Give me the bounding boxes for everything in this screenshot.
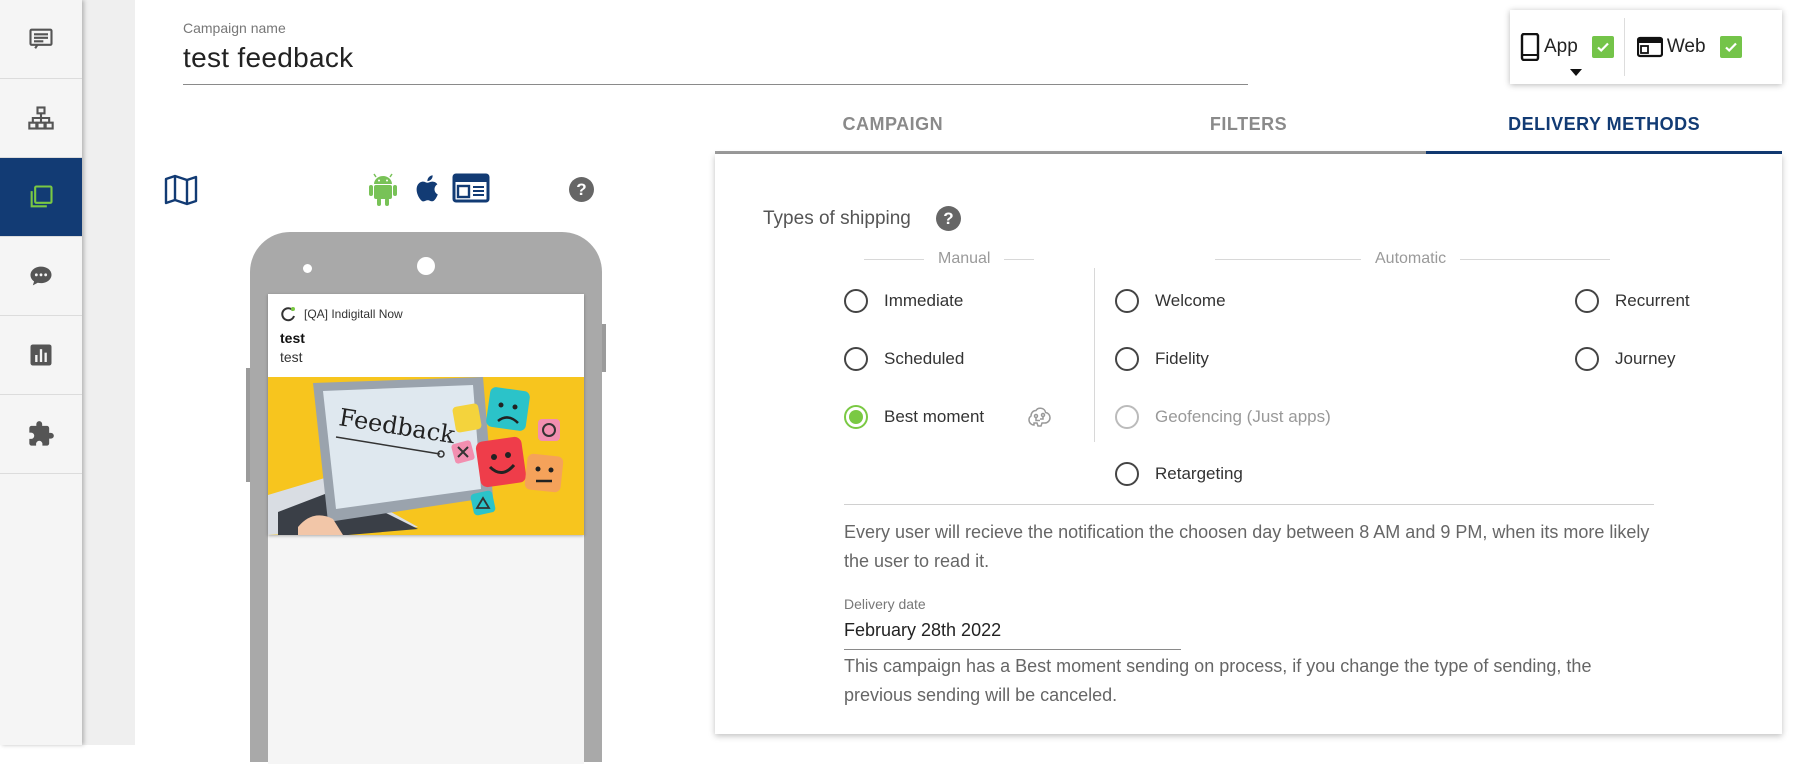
- sidebar: [0, 0, 82, 745]
- notification-header: [QA] Indigitall Now: [268, 294, 584, 322]
- sidebar-item-campaigns[interactable]: [0, 0, 82, 79]
- chat-bubble-icon: [30, 266, 52, 286]
- browser-window-icon[interactable]: [451, 168, 491, 208]
- channel-app[interactable]: App: [1510, 10, 1614, 84]
- notification-app-name: [QA] Indigitall Now: [304, 307, 403, 321]
- radio-retargeting[interactable]: Retargeting: [1115, 462, 1243, 486]
- channel-divider: [1623, 18, 1625, 76]
- channel-app-label: App: [1544, 36, 1578, 57]
- best-moment-warning: This campaign has a Best moment sending …: [844, 656, 1592, 705]
- phone-sensor: [303, 264, 312, 273]
- bar-chart-icon: [30, 344, 52, 366]
- radio-button[interactable]: [1115, 462, 1139, 486]
- radio-button[interactable]: [1115, 289, 1139, 313]
- puzzle-icon: [29, 421, 54, 446]
- radio-label: Best moment: [884, 407, 985, 426]
- automatic-heading-label: Automatic: [1375, 250, 1447, 267]
- radio-button[interactable]: [1575, 347, 1599, 371]
- platform-switcher: [363, 168, 491, 208]
- delivery-methods-panel: Types of shipping ? Manual Automatic Imm…: [715, 154, 1782, 734]
- android-icon[interactable]: [363, 168, 403, 208]
- brain-icon: [1028, 407, 1051, 427]
- delivery-date-label: Delivery date: [844, 596, 926, 612]
- message-list-icon: [29, 28, 53, 49]
- sidebar-item-inbox[interactable]: [0, 158, 82, 237]
- tab-campaign[interactable]: CAMPAIGN: [715, 98, 1071, 151]
- phone-camera: [417, 257, 435, 275]
- app-checkbox[interactable]: [1591, 36, 1614, 58]
- radio-button[interactable]: [1115, 347, 1139, 371]
- radio-immediate[interactable]: Immediate: [844, 289, 963, 313]
- radio-label: Geofencing (Just apps): [1155, 407, 1331, 426]
- web-checkbox[interactable]: [1719, 36, 1742, 58]
- radio-label: Retargeting: [1155, 464, 1243, 483]
- help-icon[interactable]: ?: [936, 206, 961, 231]
- app-logo-icon: [281, 307, 295, 322]
- preview-help-icon[interactable]: ?: [569, 177, 594, 202]
- check-icon: [1724, 42, 1737, 53]
- copy-stack-icon: [30, 185, 53, 208]
- section-divider: [844, 504, 1654, 505]
- phone-screen: [QA] Indigitall Now test test Feedback: [268, 294, 584, 764]
- radio-label: Scheduled: [884, 349, 965, 368]
- delivery-date-input[interactable]: February 28th 2022: [844, 618, 1181, 650]
- campaign-name-field[interactable]: Campaign name test feedback: [183, 20, 1248, 85]
- browser-window-icon: [1636, 36, 1663, 58]
- radio-label: Immediate: [884, 291, 964, 310]
- chevron-down-icon[interactable]: [1570, 69, 1582, 76]
- tab-delivery-methods[interactable]: DELIVERY METHODS: [1426, 98, 1783, 154]
- manual-heading: Manual: [864, 250, 1035, 268]
- sidebar-item-integrations[interactable]: [0, 395, 82, 474]
- radio-scheduled[interactable]: Scheduled: [844, 347, 964, 371]
- sidebar-item-segments[interactable]: [0, 79, 82, 158]
- sidebar-gutter: [82, 0, 135, 745]
- radio-recurrent[interactable]: Recurrent: [1575, 289, 1690, 313]
- manual-heading-label: Manual: [938, 250, 991, 267]
- channel-selector: App Web: [1510, 10, 1782, 84]
- check-icon: [1597, 42, 1609, 53]
- radio-button-disabled: [1115, 405, 1139, 429]
- notification-card: [QA] Indigitall Now test test Feedback: [268, 294, 584, 535]
- sitemap-icon: [28, 106, 54, 130]
- tab-bar: CAMPAIGN FILTERS DELIVERY METHODS: [715, 98, 1783, 154]
- phone-side-button: [602, 324, 606, 372]
- radio-label: Fidelity: [1155, 349, 1209, 368]
- phone-preview: [QA] Indigitall Now test test Feedback: [246, 232, 606, 764]
- notification-image: Feedback: [268, 377, 584, 535]
- radio-best-moment[interactable]: Best moment: [844, 405, 984, 429]
- radio-fidelity[interactable]: Fidelity: [1115, 347, 1209, 371]
- automatic-heading: Automatic: [1215, 250, 1611, 268]
- tab-filters[interactable]: FILTERS: [1071, 98, 1427, 151]
- campaign-name-label: Campaign name: [183, 20, 286, 36]
- phone-side-button: [246, 368, 250, 482]
- radio-button[interactable]: [844, 289, 868, 313]
- smartphone-icon: [1520, 33, 1540, 61]
- radio-button-checked[interactable]: [844, 405, 868, 429]
- map-icon[interactable]: [164, 174, 198, 206]
- notification-body: test: [280, 349, 303, 365]
- sidebar-item-chat[interactable]: [0, 237, 82, 316]
- shipping-divider: [1094, 268, 1095, 442]
- shipping-types-title: Types of shipping: [763, 208, 911, 229]
- notification-title: test: [280, 330, 305, 346]
- radio-welcome[interactable]: Welcome: [1115, 289, 1226, 313]
- best-moment-description: Every user will recieve the notification…: [844, 522, 1650, 571]
- channel-web-label: Web: [1666, 36, 1706, 57]
- campaign-name-input[interactable]: test feedback: [183, 42, 1248, 74]
- apple-icon[interactable]: [407, 168, 447, 208]
- radio-label: Welcome: [1155, 291, 1226, 310]
- radio-journey[interactable]: Journey: [1575, 347, 1675, 371]
- sidebar-item-analytics[interactable]: [0, 316, 82, 395]
- radio-button[interactable]: [844, 347, 868, 371]
- channel-web[interactable]: Web: [1636, 10, 1742, 84]
- radio-label: Recurrent: [1615, 291, 1690, 310]
- radio-button[interactable]: [1575, 289, 1599, 313]
- radio-geofencing: Geofencing (Just apps): [1115, 405, 1331, 429]
- radio-label: Journey: [1615, 349, 1676, 368]
